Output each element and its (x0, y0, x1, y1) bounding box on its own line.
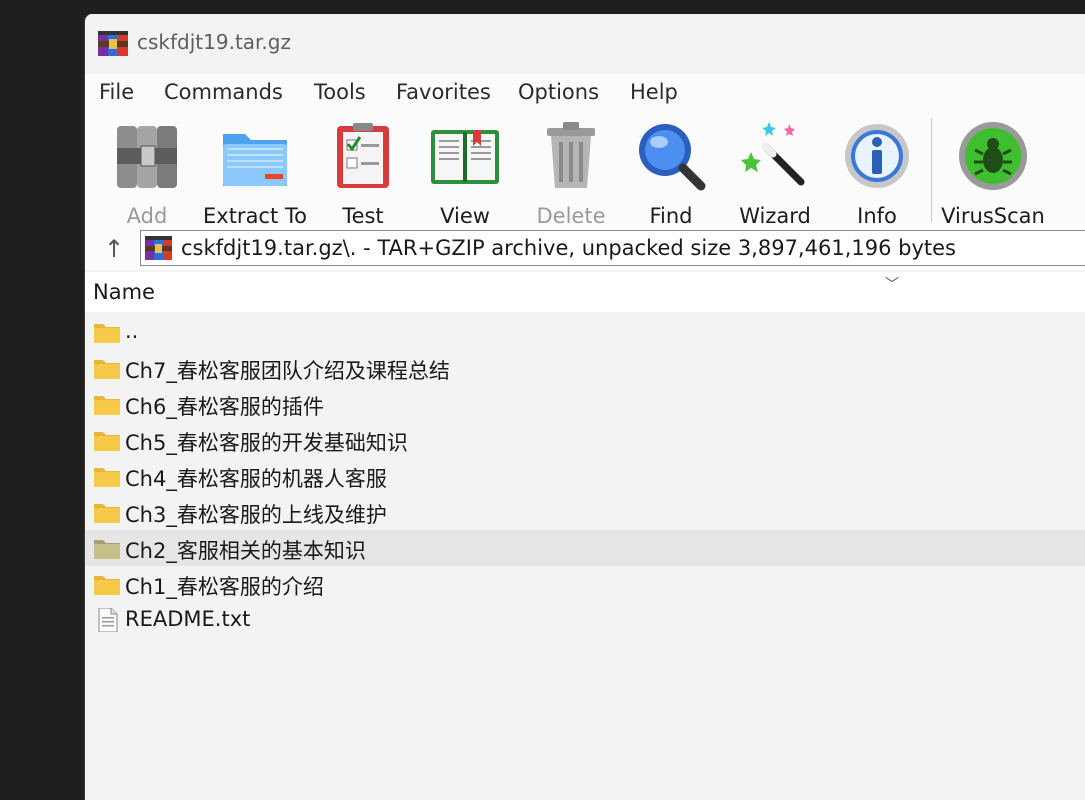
trash-can-icon (547, 122, 595, 188)
menu-bar: File Commands Tools Favorites Options He… (85, 74, 1085, 112)
address-bar: ↑ cskfdjt19.tar.gz\. - TAR+GZIP archive,… (85, 230, 1085, 270)
menu-tools[interactable]: Tools (312, 78, 368, 106)
list-item[interactable]: README.txt (85, 602, 1085, 638)
view-button[interactable]: View (421, 114, 509, 232)
item-name: README.txt (125, 607, 251, 631)
winrar-window: cskfdjt19.tar.gz File Commands Tools Fav… (84, 14, 1085, 800)
item-name: Ch4_春松客服的机器人客服 (125, 467, 387, 491)
add-button[interactable]: Add (105, 114, 189, 232)
menu-file[interactable]: File (97, 78, 136, 106)
list-item[interactable]: Ch3_春松客服的上线及维护 (85, 494, 1085, 530)
extract-to-label: Extract To (203, 204, 307, 228)
item-name: Ch1_春松客服的介绍 (125, 575, 324, 599)
toolbar: Add Extract To Test View Delete Find Wiz… (85, 112, 1085, 238)
menu-favorites[interactable]: Favorites (394, 78, 493, 106)
add-archive-icon (117, 126, 177, 188)
menu-commands[interactable]: Commands (162, 78, 285, 106)
folder-icon (94, 324, 120, 343)
winrar-app-icon (98, 31, 128, 56)
open-book-icon (431, 130, 499, 184)
window-title: cskfdjt19.tar.gz (137, 30, 291, 54)
folder-icon (94, 432, 120, 451)
list-item[interactable]: .. (85, 314, 1085, 350)
item-name: Ch2_客服相关的基本知识 (125, 539, 366, 563)
wizard-button[interactable]: Wizard (729, 114, 821, 232)
chevron-down-icon[interactable]: ﹀ (885, 274, 899, 294)
menu-help[interactable]: Help (628, 78, 680, 106)
folder-icon (94, 468, 120, 487)
title-bar: cskfdjt19.tar.gz (85, 14, 1085, 74)
item-name: Ch3_春松客服的上线及维护 (125, 503, 387, 527)
folder-icon (94, 360, 120, 379)
toolbar-separator (931, 118, 932, 222)
magnifier-icon (639, 124, 706, 191)
folder-icon (94, 396, 120, 415)
address-field[interactable]: cskfdjt19.tar.gz\. - TAR+GZIP archive, u… (140, 230, 1085, 266)
wizard-label: Wizard (739, 204, 811, 228)
find-button[interactable]: Find (629, 114, 713, 232)
item-name: Ch7_春松客服团队介绍及课程总结 (125, 359, 450, 383)
up-arrow-icon[interactable]: ↑ (99, 234, 129, 264)
file-rows: .. Ch7_春松客服团队介绍及课程总结 Ch6_春松客服的插件 Ch5_春松客… (85, 314, 1085, 638)
list-item[interactable]: Ch4_春松客服的机器人客服 (85, 458, 1085, 494)
info-button[interactable]: Info (835, 114, 919, 232)
item-name: Ch6_春松客服的插件 (125, 395, 324, 419)
delete-label: Delete (536, 204, 606, 228)
delete-button[interactable]: Delete (525, 114, 617, 232)
view-label: View (440, 204, 490, 228)
test-label: Test (342, 204, 384, 228)
column-header-row: Name ﹀ (85, 272, 1085, 312)
folder-icon (94, 576, 120, 595)
magic-wand-icon (741, 122, 805, 186)
address-text: cskfdjt19.tar.gz\. - TAR+GZIP archive, u… (181, 236, 956, 260)
text-file-icon (98, 608, 118, 632)
folder-icon (94, 504, 120, 523)
test-checklist-icon (337, 123, 389, 188)
folder-icon (94, 540, 120, 559)
virusscan-label: VirusScan (941, 204, 1045, 228)
archive-icon (145, 236, 172, 260)
info-icon (845, 124, 909, 188)
add-label: Add (126, 204, 168, 228)
list-item[interactable]: Ch2_客服相关的基本知识 (85, 530, 1085, 566)
column-name-header[interactable]: Name (93, 280, 155, 304)
menu-options[interactable]: Options (516, 78, 601, 106)
find-label: Find (649, 204, 693, 228)
file-list: Name ﹀ .. Ch7_春松客服团队介绍及课程总结 Ch6_春松客服的插件 … (85, 272, 1085, 800)
item-name: Ch5_春松客服的开发基础知识 (125, 431, 408, 455)
info-label: Info (857, 204, 897, 228)
folder-extract-icon (223, 134, 287, 186)
list-item[interactable]: Ch5_春松客服的开发基础知识 (85, 422, 1085, 458)
list-item[interactable]: Ch7_春松客服团队介绍及课程总结 (85, 350, 1085, 386)
test-button[interactable]: Test (321, 114, 405, 232)
bug-scan-icon (959, 122, 1027, 190)
extract-to-button[interactable]: Extract To (201, 114, 309, 232)
virusscan-button[interactable]: VirusScan (941, 114, 1045, 232)
list-item[interactable]: Ch1_春松客服的介绍 (85, 566, 1085, 602)
list-item[interactable]: Ch6_春松客服的插件 (85, 386, 1085, 422)
item-name: .. (125, 319, 139, 343)
